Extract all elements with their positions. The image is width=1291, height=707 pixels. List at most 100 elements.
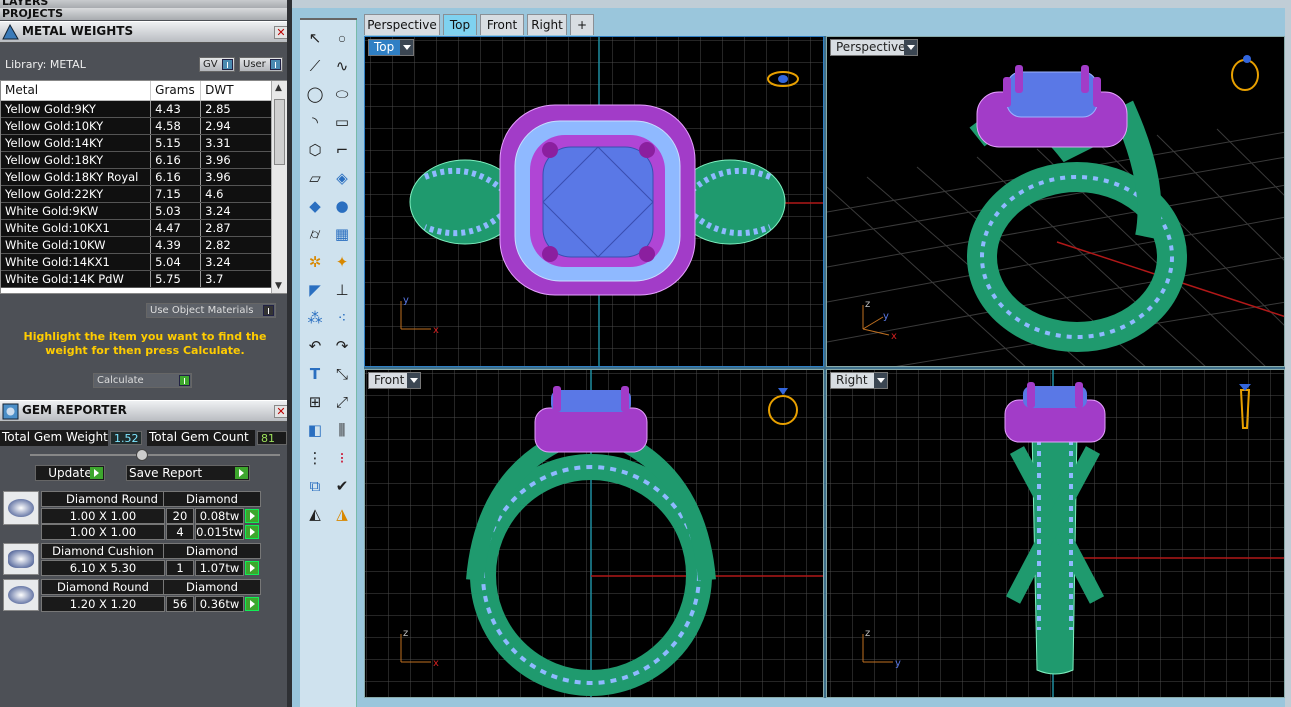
axis-y-label: y	[895, 658, 901, 669]
gv-toggle[interactable]: GV	[199, 57, 235, 72]
table-cell: 3.7	[200, 270, 272, 288]
metal-weights-icon	[2, 24, 19, 40]
mesh-icon[interactable]: ▦	[330, 222, 354, 246]
curve-edit-icon[interactable]: ↷	[330, 334, 354, 358]
gem-weight: 0.36tw	[195, 596, 244, 612]
table-row[interactable]: White Gold:14KX1 5.04 3.24	[1, 253, 272, 271]
table-cell: 5.04	[150, 253, 202, 271]
gem-array-icon[interactable]: ⁝	[330, 446, 354, 470]
circle-icon[interactable]: ◯	[303, 82, 327, 106]
render-icon[interactable]: ◮	[330, 502, 354, 526]
text-icon[interactable]: T	[303, 362, 327, 386]
modeling-workspace: ↖ ○ ⟋ ∿ ◯ ⬭ ◝ ▭ ⬡ ⌐ ▱ ◈ ◆ ● ⌭ ▦ ✲ ✦ ◤ ⊥ …	[292, 0, 1291, 707]
select-gems-button[interactable]	[245, 597, 259, 611]
viewport-label-front[interactable]: Front	[368, 372, 421, 389]
select-gems-button[interactable]	[245, 561, 259, 575]
add-tab-button[interactable]: +	[570, 14, 594, 35]
table-row[interactable]: Yellow Gold:14KY 5.15 3.31	[1, 134, 272, 152]
viewport-perspective[interactable]: z y x Perspective	[826, 36, 1285, 367]
gem-shape: Diamond Cushion	[41, 543, 165, 559]
table-row[interactable]: White Gold:10KX1 4.47 2.87	[1, 219, 272, 237]
array-icon[interactable]: ⁖	[330, 306, 354, 330]
check-icon[interactable]: ✔	[330, 474, 354, 498]
boolean-icon[interactable]: ✦	[330, 250, 354, 274]
table-row[interactable]: Yellow Gold:10KY 4.58 2.94	[1, 117, 272, 135]
gem-group[interactable]: Diamond Round Diamond 1.20 X 1.20 56 0.3…	[3, 579, 261, 613]
projects-header[interactable]: PROJECTS	[0, 8, 292, 20]
close-icon[interactable]: ✕	[274, 405, 288, 418]
play-icon	[235, 467, 248, 479]
cylinder-icon[interactable]: ⌭	[303, 222, 327, 246]
table-row[interactable]: Yellow Gold:22KY 7.15 4.6	[1, 185, 272, 203]
grid-array-icon[interactable]: ⋮	[303, 446, 327, 470]
box-icon[interactable]: ◆	[303, 194, 327, 218]
use-object-materials-toggle[interactable]: Use Object Materials	[146, 303, 276, 318]
scroll-down-icon[interactable]: ▼	[275, 281, 282, 291]
calculate-button[interactable]: Calculate	[93, 373, 192, 388]
scale-icon[interactable]: ⤡	[330, 362, 354, 386]
select-arrow-icon[interactable]: ↖	[303, 26, 327, 50]
curve-icon[interactable]: ∿	[330, 54, 354, 78]
tab-top[interactable]: Top	[443, 14, 477, 35]
table-row[interactable]: Yellow Gold:9KY 4.43 2.85	[1, 100, 272, 118]
group-icon[interactable]: ⁂	[303, 306, 327, 330]
update-button[interactable]: Update	[35, 465, 105, 481]
chevron-down-icon[interactable]	[874, 373, 887, 388]
table-row[interactable]: White Gold:9KW 5.03 3.24	[1, 202, 272, 220]
table-row[interactable]: Yellow Gold:18KY Royal 6.16 3.96	[1, 168, 272, 186]
select-gems-button[interactable]	[245, 509, 259, 523]
chevron-down-icon[interactable]	[904, 40, 917, 55]
column-header[interactable]: Metal	[1, 81, 152, 101]
arc-icon[interactable]: ◝	[303, 110, 327, 134]
extrude-icon[interactable]: ⧉	[303, 474, 327, 498]
tab-front[interactable]: Front	[480, 14, 524, 35]
solid-icon[interactable]: ◧	[303, 418, 327, 442]
scrollbar-thumb[interactable]	[274, 99, 285, 165]
panel-splitter-handle[interactable]	[136, 449, 148, 461]
arc-point-icon[interactable]: ↶	[303, 334, 327, 358]
point-icon[interactable]: ○	[330, 26, 354, 50]
table-row[interactable]: White Gold:14K PdW 5.75 3.7	[1, 270, 272, 288]
viewport-front[interactable]: z x Front	[364, 369, 824, 698]
metal-table-scrollbar[interactable]: ▲ ▼	[271, 81, 287, 293]
chevron-down-icon[interactable]	[400, 40, 413, 55]
shade-icon[interactable]: ◭	[303, 502, 327, 526]
loft-icon[interactable]: ◈	[330, 166, 354, 190]
gem-group[interactable]: Diamond Cushion Diamond 6.10 X 5.30 1 1.…	[3, 543, 261, 577]
rotate-icon[interactable]: ⤢	[330, 390, 354, 414]
prongs-icon[interactable]: ⫼	[330, 418, 354, 442]
polygon-icon[interactable]: ⬡	[303, 138, 327, 162]
column-header[interactable]: Grams	[150, 81, 202, 101]
sphere-icon[interactable]: ●	[330, 194, 354, 218]
move-icon[interactable]: ⊞	[303, 390, 327, 414]
viewport-label-top[interactable]: Top	[368, 39, 414, 56]
close-icon[interactable]: ✕	[274, 26, 288, 39]
viewport-right[interactable]: z y Right	[826, 369, 1285, 698]
gear-icon[interactable]: ✲	[303, 250, 327, 274]
ellipse-icon[interactable]: ⬭	[330, 82, 354, 106]
surface-icon[interactable]: ▱	[303, 166, 327, 190]
gem-material: Diamond	[163, 543, 261, 559]
toggle-indicator-icon	[263, 305, 274, 316]
fillet-icon[interactable]: ⌐	[330, 138, 354, 162]
user-toggle[interactable]: User	[239, 57, 283, 72]
metal-table[interactable]: Metal Grams DWT Yellow Gold:9KY 4.43 2.85 Yel…	[0, 80, 288, 294]
table-row[interactable]: White Gold:10KW 4.39 2.82	[1, 236, 272, 254]
trim-icon[interactable]: ⊥	[330, 278, 354, 302]
table-cell: White Gold:10KX1	[1, 219, 152, 237]
scroll-up-icon[interactable]: ▲	[275, 83, 282, 93]
rectangle-icon[interactable]: ▭	[330, 110, 354, 134]
save-report-button[interactable]: Save Report	[126, 465, 250, 481]
chevron-down-icon[interactable]	[407, 373, 420, 388]
viewport-top[interactable]: y x Top	[364, 36, 824, 367]
viewport-label-right[interactable]: Right	[830, 372, 888, 389]
gem-group[interactable]: Diamond Round Diamond 1.00 X 1.00 20 0.0…	[3, 491, 261, 541]
table-row[interactable]: Yellow Gold:18KY 6.16 3.96	[1, 151, 272, 169]
split-icon[interactable]: ◤	[303, 278, 327, 302]
column-header[interactable]: DWT	[200, 81, 272, 101]
viewport-label-perspective[interactable]: Perspective	[830, 39, 918, 56]
select-gems-button[interactable]	[245, 525, 259, 539]
polyline-icon[interactable]: ⟋	[303, 54, 327, 78]
tab-right[interactable]: Right	[527, 14, 567, 35]
tab-perspective[interactable]: Perspective	[364, 14, 440, 35]
